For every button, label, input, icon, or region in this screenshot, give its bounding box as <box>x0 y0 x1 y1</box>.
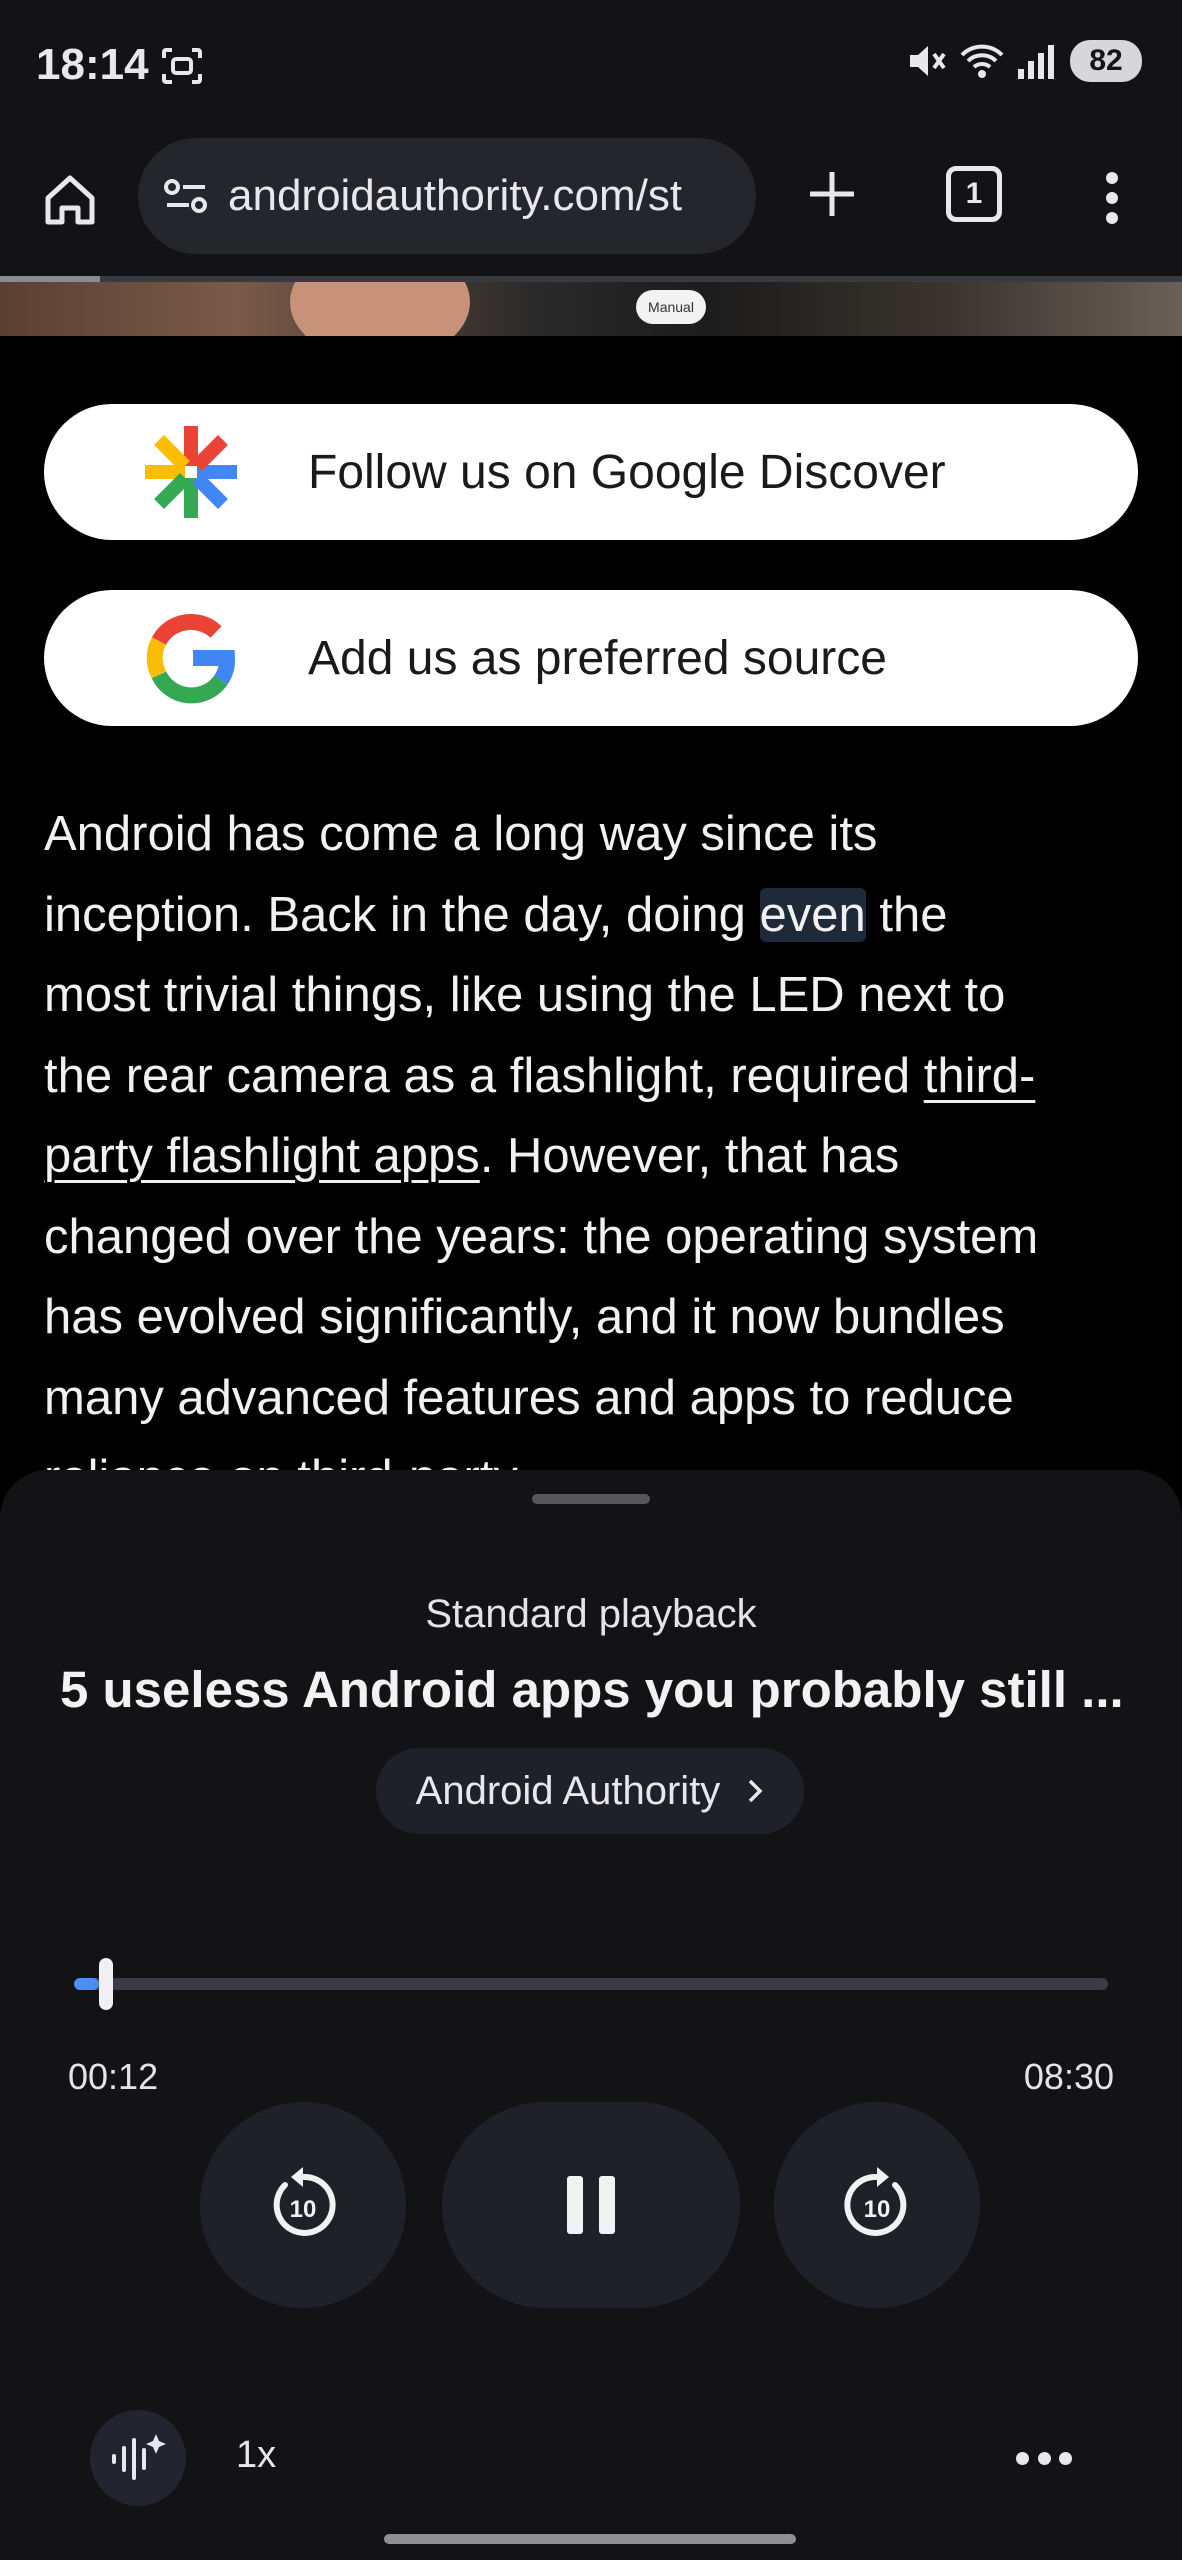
article-line: reliance on third-party <box>44 1438 1144 1470</box>
forward-10-button[interactable]: 10 <box>774 2102 980 2308</box>
svg-text:10: 10 <box>290 2196 317 2223</box>
article-line: many advanced features and apps to reduc… <box>44 1370 1014 1425</box>
follow-google-discover-label: Follow us on Google Discover <box>308 445 946 499</box>
more-vertical-icon[interactable] <box>1096 166 1128 230</box>
screenshot-icon <box>162 48 202 84</box>
status-time: 18:14 <box>36 40 149 89</box>
browser-toolbar: androidauthority.com/st 1 <box>0 134 1182 276</box>
status-bar: 18:14 82 <box>0 0 1182 134</box>
gesture-nav-bar[interactable] <box>384 2534 796 2544</box>
playback-speed-button[interactable]: 1x <box>236 2434 276 2477</box>
replay-10-icon: 10 <box>273 2167 336 2236</box>
voice-sparkle-icon <box>112 2434 166 2480</box>
chevron-right-icon <box>749 1779 763 1803</box>
seek-thumb[interactable] <box>99 1958 113 2010</box>
voice-settings-button[interactable] <box>90 2410 186 2506</box>
time-total: 08:30 <box>1023 2056 1114 2097</box>
drag-handle[interactable] <box>532 1494 650 1504</box>
google-discover-icon <box>136 417 246 527</box>
svg-text:10: 10 <box>864 2196 891 2223</box>
time-elapsed: 00:12 <box>68 2056 159 2097</box>
more-horizontal-icon[interactable] <box>1016 2438 1072 2478</box>
playback-mode-label: Standard playback <box>425 1592 757 1636</box>
tab-switcher-button[interactable]: 1 <box>946 166 1002 222</box>
playback-title: 5 useless Android apps you probably stil… <box>60 1661 1122 1718</box>
forward-10-icon: 10 <box>844 2167 907 2236</box>
source-chip[interactable]: Android Authority <box>376 1748 804 1834</box>
url-text[interactable]: androidauthority.com/st <box>228 171 682 221</box>
article-line: party flashlight apps. However, that has <box>44 1129 900 1183</box>
add-preferred-source-label: Add us as preferred source <box>308 631 887 685</box>
article-line: most trivial things, like using the LED … <box>44 968 1006 1022</box>
article-line: changed over the years: the operating sy… <box>44 1209 1039 1264</box>
plus-icon <box>810 172 854 216</box>
home-icon <box>45 175 95 225</box>
seek-bar[interactable] <box>74 1958 1108 2010</box>
flashlight-apps-link[interactable]: third- <box>924 1049 1036 1103</box>
google-g-icon <box>136 603 246 713</box>
status-icons: 82 <box>906 40 1142 82</box>
pause-icon <box>567 2176 615 2234</box>
wifi-icon <box>960 44 1004 78</box>
rewind-10-button[interactable]: 10 <box>200 2102 406 2308</box>
seek-bar-fill <box>74 1978 99 1990</box>
signal-icon <box>1018 45 1054 79</box>
site-settings-icon[interactable] <box>162 172 210 220</box>
flashlight-apps-link[interactable]: party flashlight apps <box>44 1129 480 1183</box>
article-line: has evolved significantly, and it now bu… <box>44 1290 1005 1344</box>
source-label: Android Authority <box>415 1768 721 1813</box>
highlighted-word[interactable]: even <box>759 887 866 942</box>
article-line: inception. Back in the day, doing even t… <box>44 887 948 942</box>
article: Follow us on Google Discover Add us as p… <box>0 336 1182 1470</box>
follow-google-discover-button[interactable]: Follow us on Google Discover <box>44 404 1138 540</box>
article-body: Android has come a long way since its in… <box>44 794 1144 1470</box>
url-bar[interactable]: androidauthority.com/st <box>138 138 756 254</box>
article-line: the rear camera as a flashlight, require… <box>44 1048 1036 1103</box>
mute-icon <box>910 46 946 76</box>
hero-image-chip: Manual <box>636 290 706 324</box>
battery-icon: 82 <box>1070 40 1142 82</box>
article-line: Android has come a long way since its <box>44 807 878 861</box>
playback-sheet: Standard playback 5 useless Android apps… <box>0 1470 1182 2560</box>
add-preferred-source-button[interactable]: Add us as preferred source <box>44 590 1138 726</box>
pause-button[interactable] <box>442 2102 740 2308</box>
hero-image: Manual <box>0 282 1182 336</box>
new-tab-button[interactable] <box>800 162 864 226</box>
home-button[interactable] <box>36 166 104 234</box>
